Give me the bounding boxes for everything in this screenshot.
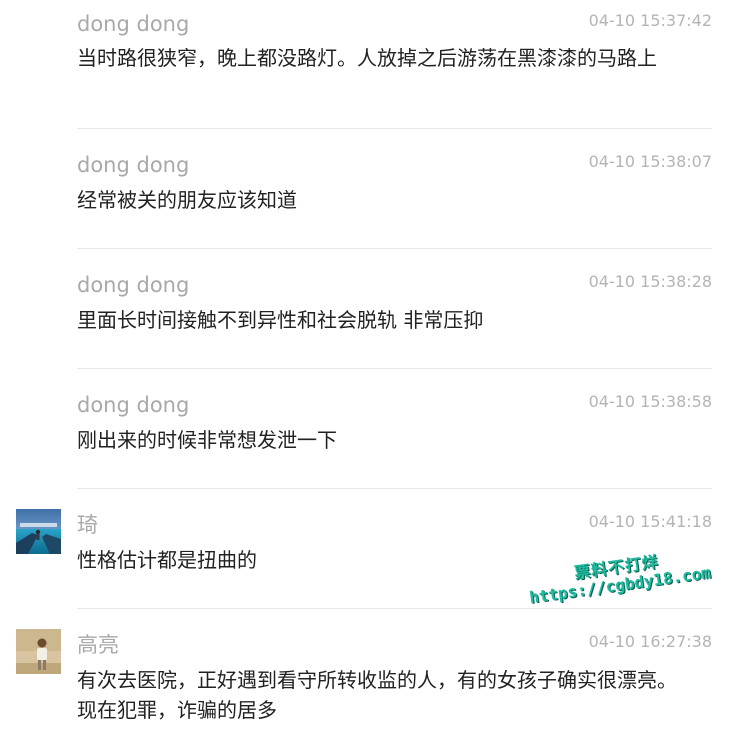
comment-author[interactable]: dong dong: [77, 393, 189, 417]
avatar[interactable]: [16, 509, 61, 554]
comment-author[interactable]: 琦: [77, 513, 98, 537]
comment-divider: [77, 368, 712, 369]
comment-author[interactable]: dong dong: [77, 12, 189, 36]
comment-timestamp: 04-10 15:37:42: [588, 11, 712, 30]
comment-divider: [77, 488, 712, 489]
person-photo-avatar: [16, 629, 61, 674]
comment-divider: [77, 248, 712, 249]
comment-author[interactable]: 高亮: [77, 633, 119, 657]
comment-timestamp: 04-10 15:41:18: [588, 512, 712, 531]
comment-divider: [77, 128, 712, 129]
comment-text: 刚出来的时候非常想发泄一下: [77, 428, 337, 452]
comment-author[interactable]: dong dong: [77, 153, 189, 177]
sea-photo-avatar: [16, 509, 61, 554]
comment-timestamp: 04-10 16:27:38: [588, 632, 712, 651]
comment-text: 里面长时间接触不到异性和社会脱轨 非常压抑: [77, 308, 484, 332]
comment-timestamp: 04-10 15:38:28: [588, 272, 712, 291]
comment-timestamp: 04-10 15:38:07: [588, 152, 712, 171]
comment-text: 有次去医院，正好遇到看守所转收监的人，有的女孩子确实很漂亮。现在犯罪，诈骗的居多: [77, 668, 677, 722]
avatar[interactable]: [16, 629, 61, 674]
comment-author[interactable]: dong dong: [77, 273, 189, 297]
comment-text: 当时路很狭窄，晚上都没路灯。人放掉之后游荡在黑漆漆的马路上: [77, 46, 657, 70]
comment-text: 经常被关的朋友应该知道: [77, 188, 297, 212]
comment-timestamp: 04-10 15:38:58: [588, 392, 712, 411]
